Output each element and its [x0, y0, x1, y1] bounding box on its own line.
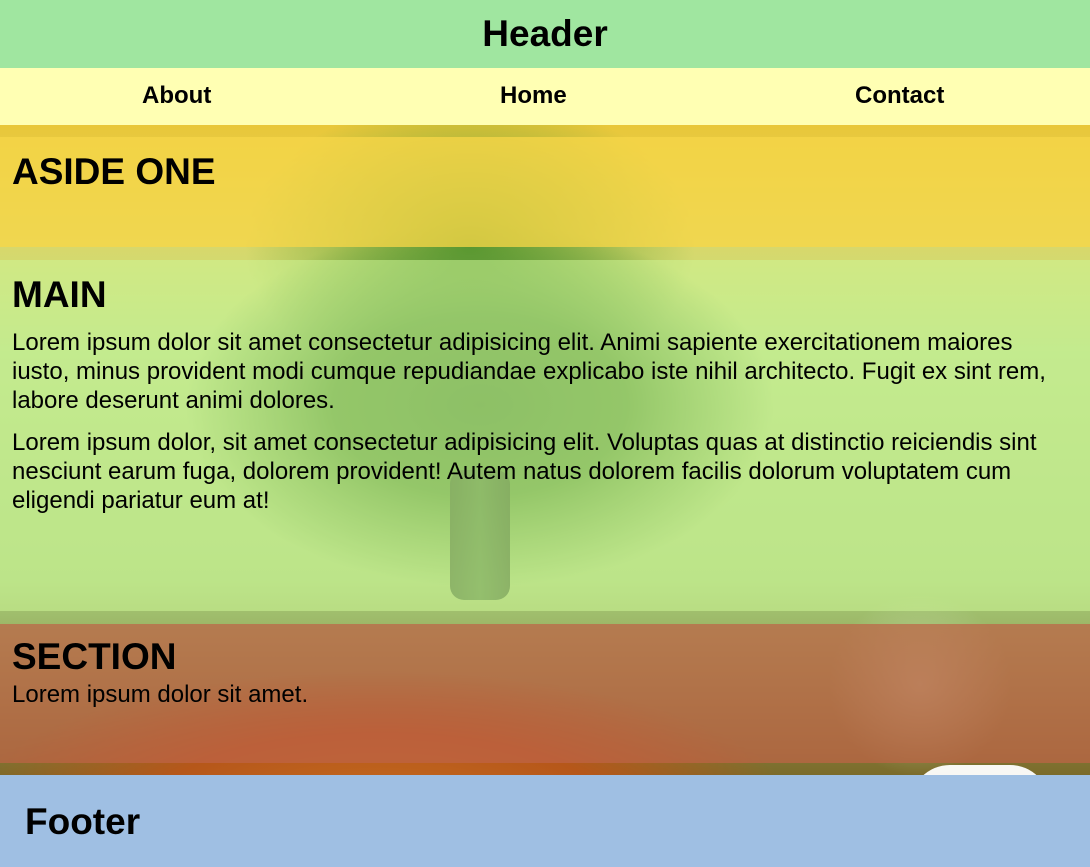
main-paragraph-1: Lorem ipsum dolor sit amet consectetur a…	[12, 329, 1046, 414]
main-paragraph-2: Lorem ipsum dolor, sit amet consectetur …	[12, 429, 1037, 514]
nav-link-contact[interactable]: Contact	[855, 82, 944, 110]
aside-one-panel: ASIDE ONE	[0, 137, 1090, 247]
top-navigation: About Home Contact	[0, 68, 1090, 125]
header-title: Header	[482, 13, 608, 54]
main-content: MAIN Lorem ipsum dolor sit amet consecte…	[0, 260, 1090, 611]
section-panel: SECTION Lorem ipsum dolor sit amet.	[0, 624, 1090, 763]
nav-link-home[interactable]: Home	[500, 82, 567, 110]
site-header: Header	[0, 0, 1090, 68]
nav-link-about[interactable]: About	[142, 82, 211, 110]
section-title: SECTION	[12, 636, 177, 677]
footer-title: Footer	[25, 801, 141, 842]
section-text: Lorem ipsum dolor sit amet.	[12, 681, 309, 708]
aside-title: ASIDE ONE	[12, 151, 216, 192]
main-title: MAIN	[12, 274, 107, 315]
site-footer: Footer	[0, 775, 1090, 867]
page: Header About Home Contact ASIDE ONE MAIN…	[0, 0, 1090, 867]
